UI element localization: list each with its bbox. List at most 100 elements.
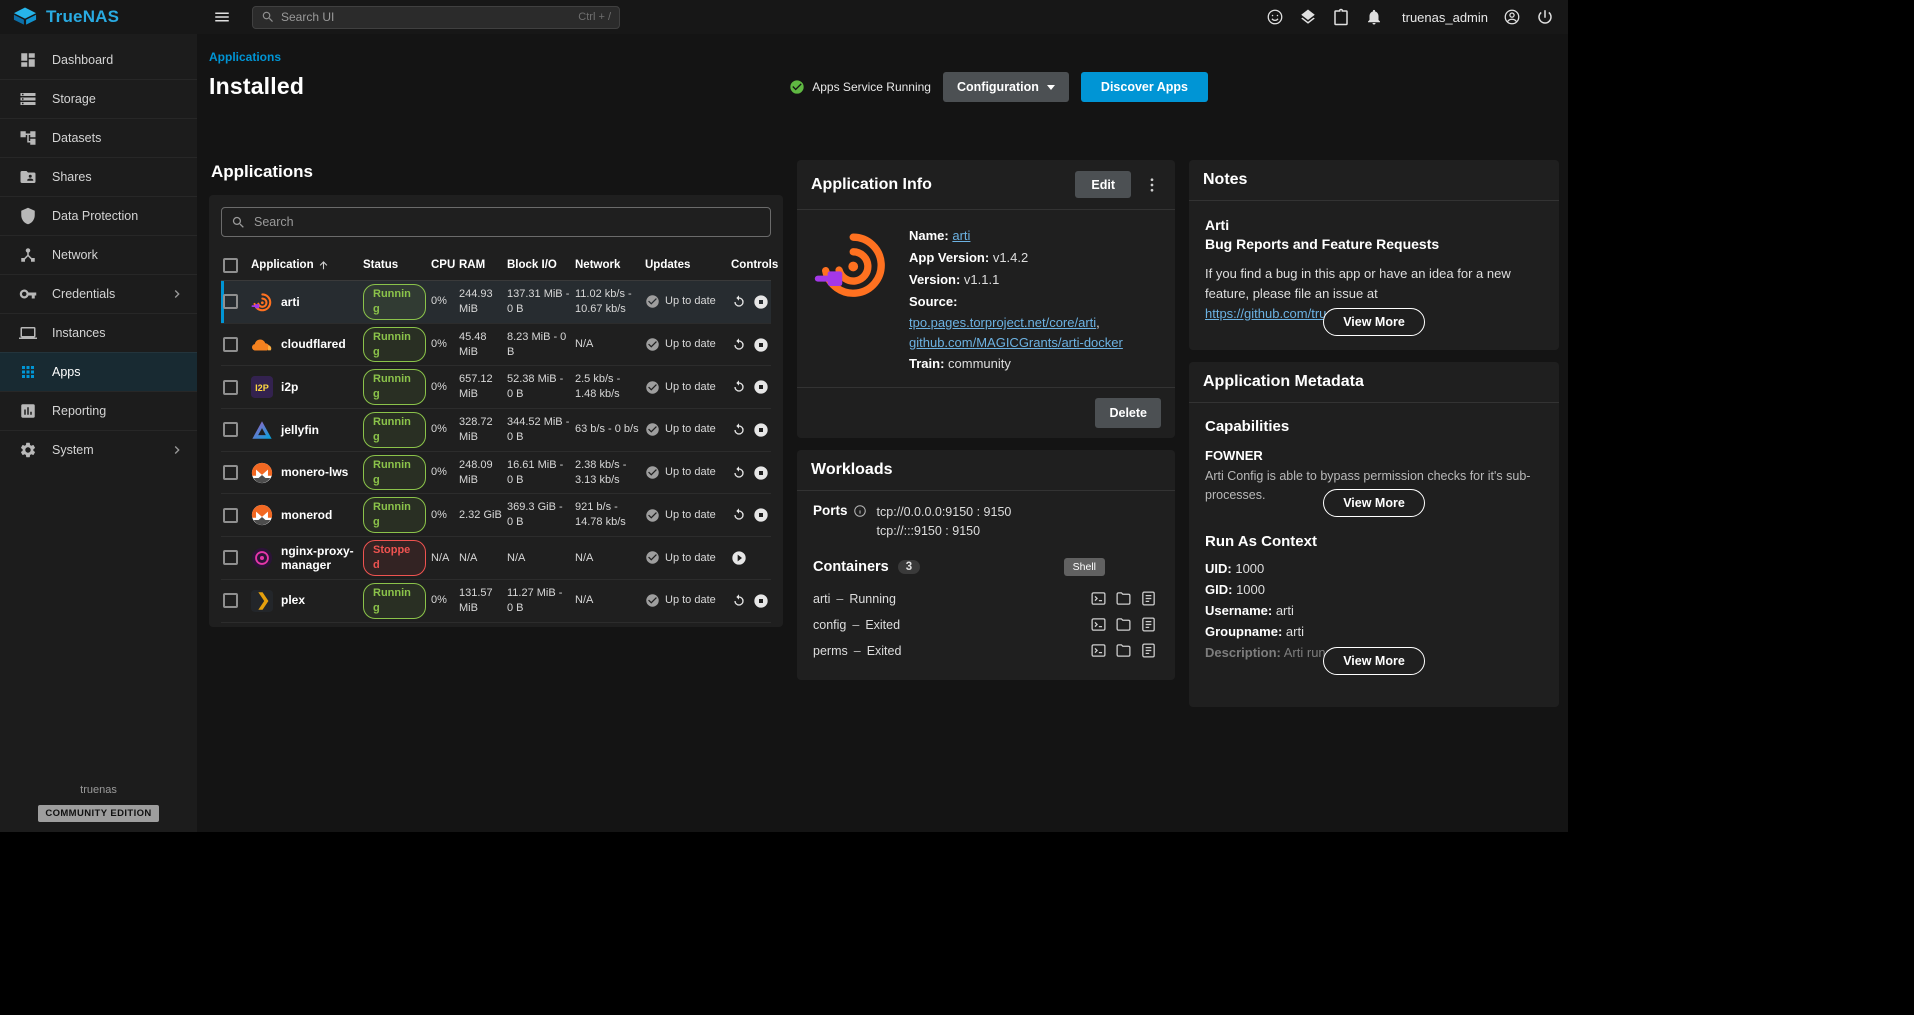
sidebar-item[interactable]: Datasets: [0, 118, 197, 157]
column-status[interactable]: Status: [363, 259, 431, 271]
alerts-bell-icon[interactable]: [1365, 8, 1383, 26]
updates-text: Up to date: [665, 422, 716, 437]
app-icon: [251, 334, 273, 356]
apps-search[interactable]: [221, 207, 771, 237]
service-status-text: Apps Service Running: [812, 80, 931, 94]
restart-button[interactable]: [731, 294, 747, 310]
row-checkbox[interactable]: [223, 508, 238, 523]
info-icon[interactable]: [853, 504, 867, 518]
field-value: 1000: [1236, 582, 1265, 597]
sidebar-item[interactable]: Instances: [0, 313, 197, 352]
sidebar-item[interactable]: Storage: [0, 79, 197, 118]
column-controls: Controls: [731, 259, 771, 271]
name-field: Name: arti: [909, 225, 1159, 247]
restart-button[interactable]: [731, 337, 747, 353]
volumes-folder-icon[interactable]: [1115, 642, 1132, 659]
restart-button[interactable]: [731, 507, 747, 523]
column-block-io[interactable]: Block I/O: [507, 259, 575, 271]
sidebar-item[interactable]: System: [0, 430, 197, 469]
logs-icon[interactable]: [1140, 642, 1157, 659]
source-link[interactable]: github.com/MAGICGrants/arti-docker: [909, 335, 1123, 350]
select-all-checkbox[interactable]: [223, 258, 238, 273]
app-name-link[interactable]: arti: [952, 228, 970, 243]
logs-icon[interactable]: [1140, 616, 1157, 633]
capabilities-view-more-button[interactable]: View More: [1323, 489, 1425, 517]
sort-ascending-icon[interactable]: [317, 259, 330, 272]
menu-icon[interactable]: [213, 8, 231, 26]
row-checkbox[interactable]: [223, 465, 238, 480]
updates-text: Up to date: [665, 380, 716, 395]
column-network[interactable]: Network: [575, 259, 645, 271]
restart-button[interactable]: [731, 379, 747, 395]
search-shortcut-hint: Ctrl + /: [578, 11, 611, 23]
global-search-input[interactable]: [281, 10, 572, 24]
app-row[interactable]: jellyfin Running 0% 328.72 MiB 344.52 Mi…: [221, 409, 771, 452]
row-checkbox[interactable]: [223, 294, 238, 309]
container-name: arti: [813, 592, 830, 606]
stop-button[interactable]: [753, 507, 769, 523]
row-checkbox[interactable]: [223, 380, 238, 395]
sidebar-item[interactable]: Reporting: [0, 391, 197, 430]
app-row[interactable]: cloudflared Running 0% 45.48 MiB 8.23 Mi…: [221, 324, 771, 367]
shell-icon[interactable]: [1090, 616, 1107, 633]
row-checkbox[interactable]: [223, 550, 238, 565]
source-link[interactable]: tpo.pages.torproject.net/core/arti: [909, 315, 1096, 330]
configuration-button[interactable]: Configuration: [943, 72, 1069, 102]
row-checkbox[interactable]: [223, 337, 238, 352]
container-actions: [1090, 590, 1159, 607]
column-application[interactable]: Application: [251, 259, 363, 272]
app-row[interactable]: arti Running 0% 244.93 MiB 137.31 MiB - …: [221, 281, 771, 324]
column-ram[interactable]: RAM: [459, 259, 507, 271]
row-checkbox[interactable]: [223, 593, 238, 608]
breadcrumb[interactable]: Applications: [209, 50, 281, 64]
brand[interactable]: TrueNAS: [0, 7, 197, 28]
app-row[interactable]: monerod Running 0% 2.32 GiB 369.3 GiB - …: [221, 494, 771, 537]
updates-layers-icon[interactable]: [1299, 8, 1317, 26]
app-row[interactable]: plex Running 0% 131.57 MiB 11.27 MiB - 0…: [221, 580, 771, 623]
sidebar-item[interactable]: Shares: [0, 157, 197, 196]
row-checkbox[interactable]: [223, 422, 238, 437]
restart-button[interactable]: [731, 465, 747, 481]
jobs-clipboard-icon[interactable]: [1332, 8, 1350, 26]
stop-button[interactable]: [753, 337, 769, 353]
column-cpu[interactable]: CPU: [431, 259, 459, 271]
sidebar-item[interactable]: Credentials: [0, 274, 197, 313]
apps-search-input[interactable]: [254, 215, 761, 229]
shell-icon[interactable]: [1090, 642, 1107, 659]
sidebar-item[interactable]: Data Protection: [0, 196, 197, 235]
sidebar-item[interactable]: Apps: [0, 352, 197, 391]
delete-button[interactable]: Delete: [1095, 398, 1161, 428]
sidebar-item[interactable]: Dashboard: [0, 40, 197, 79]
app-row[interactable]: I2P i2p Running 0% 657.12 MiB 52.38 MiB …: [221, 366, 771, 409]
edit-button[interactable]: Edit: [1075, 171, 1131, 198]
stop-button[interactable]: [753, 294, 769, 310]
restart-button[interactable]: [731, 422, 747, 438]
up-to-date-check-icon: [645, 508, 660, 523]
discover-apps-button[interactable]: Discover Apps: [1081, 72, 1208, 102]
restart-button[interactable]: [731, 593, 747, 609]
volumes-folder-icon[interactable]: [1115, 590, 1132, 607]
app-row[interactable]: monero-lws Running 0% 248.09 MiB 16.61 M…: [221, 452, 771, 495]
shell-icon[interactable]: [1090, 590, 1107, 607]
page-header: Applications Installed Apps Service Runn…: [197, 34, 1222, 152]
stop-button[interactable]: [753, 593, 769, 609]
power-icon[interactable]: [1536, 8, 1554, 26]
metadata-view-more-button[interactable]: View More: [1323, 647, 1425, 675]
sidebar-item-label: Datasets: [52, 131, 185, 145]
stop-button[interactable]: [753, 465, 769, 481]
logs-icon[interactable]: [1140, 590, 1157, 607]
user-avatar-icon[interactable]: [1503, 8, 1521, 26]
global-search[interactable]: Ctrl + /: [252, 6, 620, 29]
column-updates[interactable]: Updates: [645, 259, 731, 271]
stop-button[interactable]: [753, 422, 769, 438]
volumes-folder-icon[interactable]: [1115, 616, 1132, 633]
kebab-menu-icon[interactable]: [1143, 176, 1161, 194]
sidebar-item[interactable]: Network: [0, 235, 197, 274]
start-button[interactable]: [731, 550, 747, 566]
containers-title: Containers: [813, 559, 889, 575]
notes-view-more-button[interactable]: View More: [1323, 308, 1425, 336]
feedback-smiley-icon[interactable]: [1266, 8, 1284, 26]
workloads-title: Workloads: [811, 461, 1161, 479]
stop-button[interactable]: [753, 379, 769, 395]
app-row[interactable]: nginx-proxy-manager Stopped N/A N/A N/A …: [221, 537, 771, 580]
